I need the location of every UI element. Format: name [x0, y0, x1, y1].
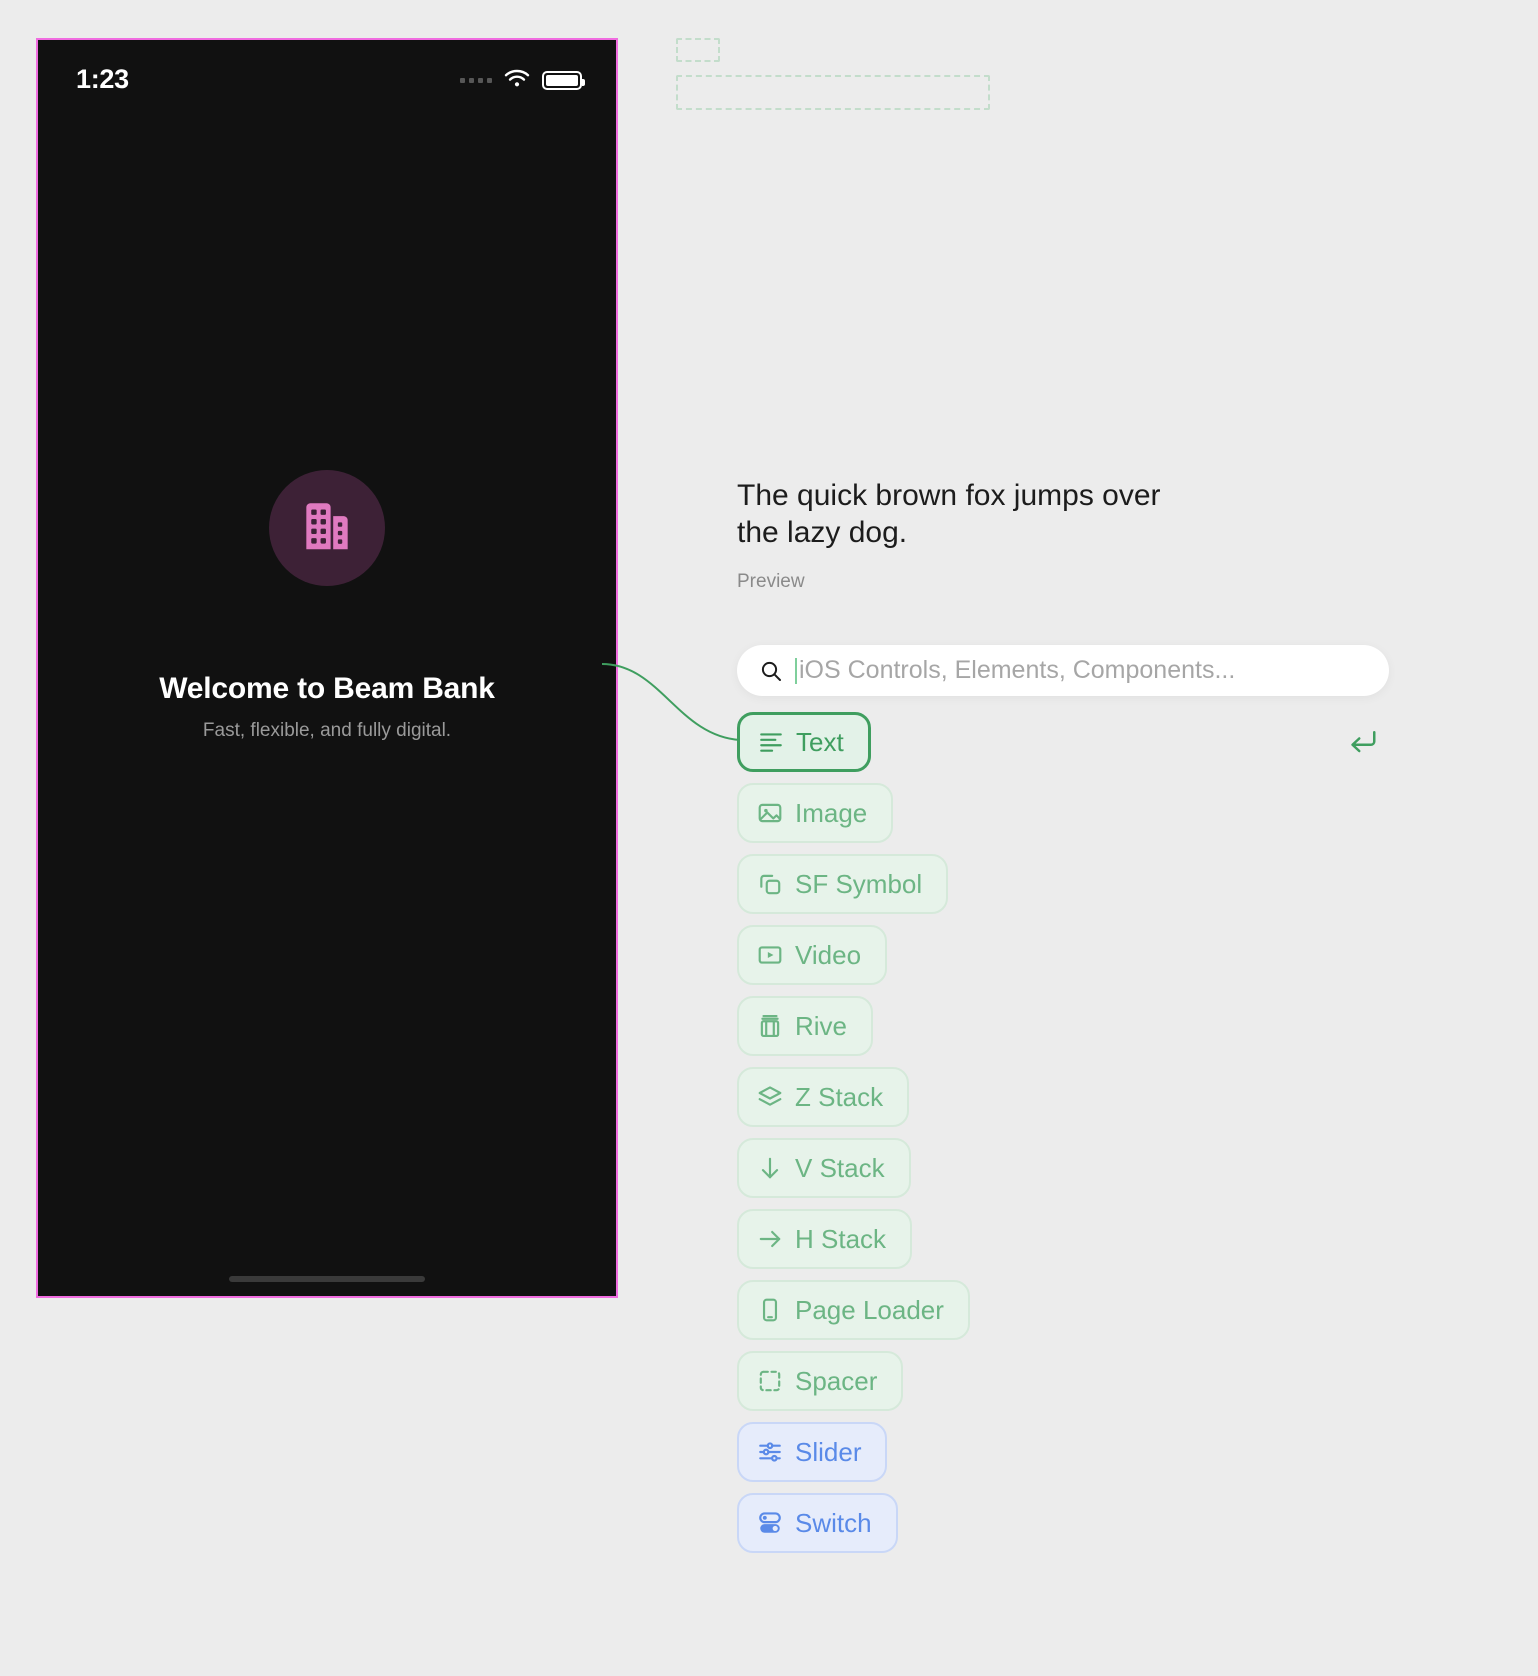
building-icon	[296, 495, 358, 562]
chip-z-stack[interactable]: Z Stack	[737, 1067, 910, 1127]
chip-page-loader[interactable]: Page Loader	[737, 1280, 970, 1340]
text-caret	[795, 657, 797, 684]
welcome-title: Welcome to Beam Bank	[159, 672, 495, 705]
status-icons	[460, 54, 585, 93]
chip-label: Image	[795, 797, 868, 828]
status-bar: 1:23	[38, 40, 616, 106]
brand-badge	[269, 470, 385, 586]
chip-sf-symbol[interactable]: SF Symbol	[737, 854, 949, 914]
chip-v-stack[interactable]: V Stack	[737, 1138, 911, 1198]
arrow-right-icon	[757, 1226, 783, 1252]
arrow-down-icon	[757, 1155, 783, 1181]
search-field[interactable]: iOS Controls, Elements, Components...	[737, 645, 1389, 696]
chip-label: H Stack	[795, 1223, 887, 1254]
preview-label: Preview	[737, 571, 805, 592]
sliders-icon	[757, 1439, 783, 1465]
video-icon	[757, 942, 783, 968]
chip-slider[interactable]: Slider	[737, 1422, 888, 1482]
chip-h-stack[interactable]: H Stack	[737, 1209, 913, 1269]
canvas: 1:23 Welcome to Beam Bank Fast, flexible…	[0, 0, 1538, 1676]
chip-label: Video	[795, 939, 862, 970]
search-input[interactable]: iOS Controls, Elements, Components...	[799, 656, 1235, 685]
chip-text[interactable]: Text	[737, 712, 871, 772]
chip-video[interactable]: Video	[737, 925, 888, 985]
welcome-screen: Welcome to Beam Bank Fast, flexible, and…	[38, 470, 616, 742]
chip-image[interactable]: Image	[737, 783, 894, 843]
signal-dots-icon	[460, 77, 492, 83]
home-indicator	[229, 1276, 425, 1282]
chip-label: Spacer	[795, 1365, 878, 1396]
dashed-placeholder-wide	[676, 75, 990, 110]
image-icon	[757, 800, 783, 826]
phone-preview-frame[interactable]: 1:23 Welcome to Beam Bank Fast, flexible…	[36, 38, 618, 1298]
battery-icon	[542, 70, 585, 90]
text-align-icon	[758, 729, 784, 755]
chip-label: V Stack	[795, 1152, 885, 1183]
dashed-placeholder-small	[676, 38, 720, 62]
preview-text: The quick brown fox jumps over the lazy …	[737, 479, 1161, 549]
toggle-icon	[757, 1510, 783, 1536]
chip-label: Text	[796, 726, 844, 757]
wifi-icon	[504, 68, 530, 93]
search-icon	[759, 659, 783, 683]
chip-label: Rive	[795, 1010, 848, 1041]
dashed-square-icon	[757, 1368, 783, 1394]
phone-icon	[757, 1297, 783, 1323]
welcome-subtitle: Fast, flexible, and fully digital.	[202, 720, 452, 741]
film-icon	[757, 1013, 783, 1039]
chip-rive[interactable]: Rive	[737, 996, 874, 1056]
sf-symbol-icon	[757, 871, 783, 897]
chip-switch[interactable]: Switch	[737, 1493, 898, 1553]
chip-label: SF Symbol	[795, 868, 923, 899]
chip-label: Switch	[795, 1507, 872, 1538]
status-time: 1:23	[76, 63, 129, 94]
chip-spacer[interactable]: Spacer	[737, 1351, 904, 1411]
component-suggestion-list[interactable]: Text Image SF Symbol Video Rive Z Stack …	[737, 712, 1397, 1553]
layers-icon	[757, 1084, 783, 1110]
chip-label: Slider	[795, 1436, 862, 1467]
chip-label: Page Loader	[795, 1294, 944, 1325]
chip-label: Z Stack	[795, 1081, 884, 1112]
